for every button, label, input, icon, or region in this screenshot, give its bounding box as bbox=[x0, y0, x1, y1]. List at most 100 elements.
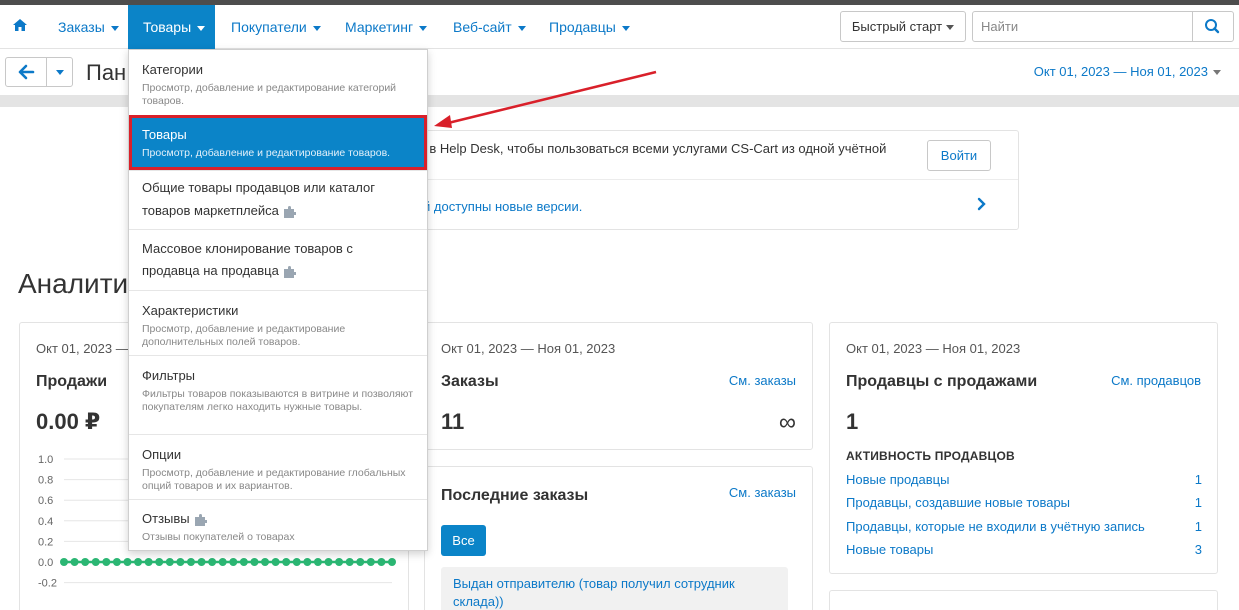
data-point[interactable] bbox=[335, 558, 344, 566]
vendor-activity-label[interactable]: Продавцы, создавшие новые товары bbox=[846, 495, 1070, 510]
data-point[interactable] bbox=[144, 558, 153, 566]
orders-infinity: ∞ bbox=[778, 409, 796, 436]
data-point[interactable] bbox=[81, 558, 90, 566]
menu-item-title-text: товаров маркетплейса bbox=[142, 203, 279, 218]
data-point[interactable] bbox=[123, 558, 132, 566]
chevron-right-icon[interactable] bbox=[975, 197, 989, 211]
view-orders-link[interactable]: См. заказы bbox=[729, 373, 796, 388]
addon-puzzle-icon bbox=[283, 205, 296, 218]
menu-item-options[interactable]: Опции Просмотр, добавление и редактирова… bbox=[129, 434, 427, 499]
menu-item-filters[interactable]: Фильтры Фильтры товаров показываются в в… bbox=[129, 355, 427, 434]
nav-marketing[interactable]: Маркетинг bbox=[330, 5, 442, 49]
helpdesk-notice: ь в Help Desk, чтобы пользоваться всеми … bbox=[350, 130, 1019, 230]
top-navigation: Заказы Товары Покупатели Маркетинг Веб-с… bbox=[0, 5, 1239, 49]
data-point[interactable] bbox=[102, 558, 111, 566]
date-range-picker[interactable]: Окт 01, 2023 — Ноя 01, 2023 bbox=[1034, 64, 1221, 79]
history-dropdown-button[interactable] bbox=[46, 57, 73, 87]
nav-products[interactable]: Товары bbox=[128, 5, 215, 49]
next-card bbox=[829, 590, 1218, 610]
menu-item-reviews[interactable]: Отзывы Отзывы покупателей о товарах bbox=[129, 499, 427, 550]
data-point[interactable] bbox=[324, 558, 333, 566]
data-point[interactable] bbox=[176, 558, 185, 566]
data-point[interactable] bbox=[261, 558, 270, 566]
addon-puzzle-icon bbox=[283, 265, 296, 278]
vendor-activity-count[interactable]: 1 bbox=[1195, 495, 1202, 510]
data-point[interactable] bbox=[292, 558, 301, 566]
vendor-activity-label[interactable]: Новые продавцы bbox=[846, 472, 949, 487]
chevron-down-icon bbox=[946, 25, 955, 31]
data-point[interactable] bbox=[377, 558, 386, 566]
data-point[interactable] bbox=[91, 558, 100, 566]
sales-date: Окт 01, 2023 — bbox=[36, 341, 129, 356]
vendors-value: 1 bbox=[846, 409, 859, 434]
menu-item-title: Массовое клонирование товаров с bbox=[142, 241, 353, 256]
nav-orders-label: Заказы bbox=[58, 19, 105, 35]
filter-all-button[interactable]: Все bbox=[441, 525, 486, 556]
nav-website[interactable]: Веб-сайт bbox=[438, 5, 541, 49]
view-vendors-link[interactable]: См. продавцов bbox=[1111, 373, 1201, 388]
vendors-card: Окт 01, 2023 — Ноя 01, 2023 Продавцы с п… bbox=[829, 322, 1218, 574]
data-point[interactable] bbox=[229, 558, 238, 566]
nav-orders[interactable]: Заказы bbox=[43, 5, 134, 49]
orders-date: Окт 01, 2023 — Ноя 01, 2023 bbox=[441, 341, 616, 356]
vendor-activity-row[interactable]: Продавцы, создавшие новые товары 1 bbox=[846, 495, 1202, 513]
back-button[interactable] bbox=[5, 57, 47, 87]
chevron-down-icon bbox=[56, 70, 64, 75]
data-point[interactable] bbox=[186, 558, 195, 566]
data-point[interactable] bbox=[313, 558, 322, 566]
order-status-item[interactable]: Выдан отправителю (товар получил сотрудн… bbox=[441, 567, 788, 610]
chevron-down-icon bbox=[197, 25, 206, 31]
vendor-activity-label[interactable]: Новые товары bbox=[846, 542, 933, 557]
data-point[interactable] bbox=[303, 558, 312, 566]
data-point[interactable] bbox=[218, 558, 227, 566]
sales-value: 0.00 ₽ bbox=[36, 409, 101, 434]
search-button[interactable] bbox=[1192, 11, 1234, 42]
nav-website-label: Веб-сайт bbox=[453, 19, 512, 35]
y-tick-label: -0.2 bbox=[38, 578, 57, 590]
data-point[interactable] bbox=[165, 558, 174, 566]
nav-vendors[interactable]: Продавцы bbox=[534, 5, 645, 49]
home-icon[interactable] bbox=[12, 17, 28, 33]
data-point[interactable] bbox=[134, 558, 143, 566]
data-point[interactable] bbox=[366, 558, 375, 566]
data-point[interactable] bbox=[155, 558, 164, 566]
menu-item-title: Общие товары продавцов или каталог bbox=[142, 180, 375, 195]
login-button[interactable]: Войти bbox=[927, 140, 991, 171]
menu-item-bulk-clone[interactable]: Массовое клонирование товаров с продавца… bbox=[129, 229, 427, 290]
view-orders-link[interactable]: См. заказы bbox=[729, 485, 796, 500]
data-point[interactable] bbox=[112, 558, 121, 566]
vendor-activity-row[interactable]: Новые товары 3 bbox=[846, 542, 1202, 560]
vendor-activity-row[interactable]: Продавцы, которые не входили в учётную з… bbox=[846, 519, 1202, 537]
notice-text: ь в Help Desk, чтобы пользоваться всеми … bbox=[419, 141, 887, 156]
data-point[interactable] bbox=[239, 558, 248, 566]
menu-item-common-products[interactable]: Общие товары продавцов или каталог товар… bbox=[129, 170, 427, 229]
search-input[interactable] bbox=[972, 11, 1193, 42]
data-point[interactable] bbox=[197, 558, 206, 566]
menu-item-products[interactable]: Товары Просмотр, добавление и редактиров… bbox=[129, 115, 427, 170]
y-tick-label: 0.8 bbox=[38, 475, 53, 487]
data-point[interactable] bbox=[388, 558, 396, 566]
sales-title: Продажи bbox=[36, 373, 108, 390]
new-versions-link[interactable]: й доступны новые версии. bbox=[423, 199, 582, 214]
quick-start-button[interactable]: Быстрый старт bbox=[840, 11, 966, 42]
notice-divider bbox=[351, 179, 1018, 180]
vendor-activity-count[interactable]: 3 bbox=[1195, 542, 1202, 557]
vendor-activity-row[interactable]: Новые продавцы 1 bbox=[846, 472, 1202, 490]
data-point[interactable] bbox=[271, 558, 280, 566]
vendor-activity-count[interactable]: 1 bbox=[1195, 519, 1202, 534]
menu-item-title-line2: продавца на продавца bbox=[142, 261, 296, 281]
page-title: Пан bbox=[86, 60, 127, 85]
data-point[interactable] bbox=[282, 558, 291, 566]
data-point[interactable] bbox=[208, 558, 217, 566]
menu-item-categories[interactable]: Категории Просмотр, добавление и редакти… bbox=[129, 50, 427, 113]
data-point[interactable] bbox=[345, 558, 354, 566]
data-point[interactable] bbox=[70, 558, 79, 566]
vendors-date: Окт 01, 2023 — Ноя 01, 2023 bbox=[846, 341, 1021, 356]
vendor-activity-count[interactable]: 1 bbox=[1195, 472, 1202, 487]
nav-customers[interactable]: Покупатели bbox=[216, 5, 336, 49]
data-point[interactable] bbox=[250, 558, 259, 566]
vendor-activity-label[interactable]: Продавцы, которые не входили в учётную з… bbox=[846, 519, 1145, 534]
data-point[interactable] bbox=[356, 558, 365, 566]
menu-item-features[interactable]: Характеристики Просмотр, добавление и ре… bbox=[129, 290, 427, 355]
data-point[interactable] bbox=[60, 558, 68, 566]
